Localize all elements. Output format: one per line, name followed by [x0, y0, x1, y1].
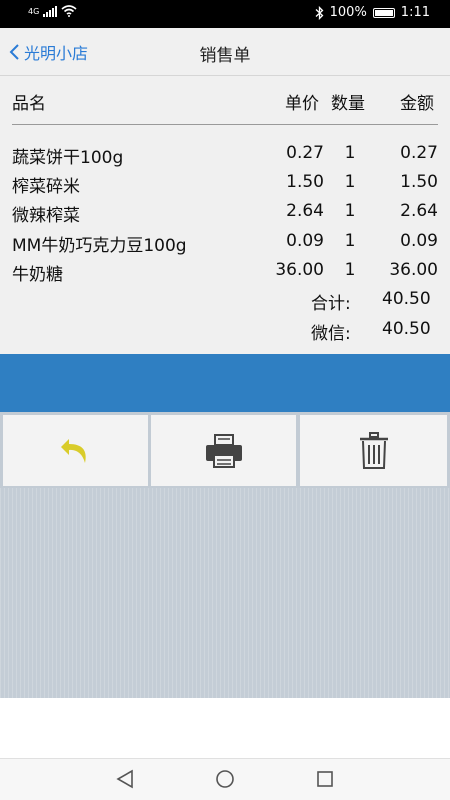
- item-qty: 1: [344, 201, 356, 221]
- clock: 1:11: [400, 5, 430, 20]
- print-button[interactable]: [151, 415, 297, 486]
- item-amount: 2.64: [400, 201, 438, 221]
- battery-percent: 100%: [329, 5, 367, 20]
- table-row: 榨菜碎米 1.50 1 1.50: [0, 172, 450, 200]
- status-left: 4G: [28, 5, 77, 17]
- header-divider: [12, 124, 438, 125]
- item-price: 2.64: [286, 201, 324, 221]
- table-row: MM牛奶巧克力豆100g 0.09 1 0.09: [0, 231, 450, 259]
- table-row: 牛奶糖 36.00 1 36.00: [0, 260, 450, 288]
- item-price: 1.50: [286, 172, 324, 192]
- item-qty: 1: [344, 260, 356, 280]
- status-right: 100% 1:11: [315, 5, 430, 20]
- item-qty: 1: [344, 172, 356, 192]
- blank-area: [0, 698, 450, 758]
- empty-content-area: [0, 488, 450, 698]
- status-bar: 4G 100% 1:11: [0, 0, 450, 28]
- item-qty: 1: [344, 231, 356, 251]
- item-price: 0.27: [286, 143, 324, 163]
- item-price: 36.00: [275, 260, 324, 280]
- item-amount: 1.50: [400, 172, 438, 192]
- item-name: MM牛奶巧克力豆100g: [12, 236, 187, 256]
- page-title: 销售单: [199, 46, 251, 66]
- header-name: 品名: [12, 94, 46, 114]
- header-qty: 数量: [331, 94, 365, 114]
- header-amount: 金额: [400, 94, 434, 114]
- delete-button[interactable]: [300, 415, 448, 486]
- header-price: 单价: [285, 94, 319, 114]
- action-toolbar: [0, 412, 450, 488]
- item-name: 微辣榨菜: [12, 206, 80, 226]
- item-amount: 36.00: [389, 260, 438, 280]
- item-name: 蔬菜饼干100g: [12, 148, 124, 168]
- item-amount: 0.27: [400, 143, 438, 163]
- undo-button[interactable]: [3, 415, 149, 486]
- nav-home-icon[interactable]: [214, 768, 236, 790]
- signal-icon: [43, 5, 58, 17]
- table-row: 微辣榨菜 2.64 1 2.64: [0, 201, 450, 229]
- wechat-label: 微信:: [311, 324, 351, 344]
- bluetooth-icon: [315, 5, 324, 20]
- system-nav-bar: [0, 758, 450, 800]
- battery-icon: [372, 7, 395, 18]
- table-row: 蔬菜饼干100g 0.27 1 0.27: [0, 143, 450, 171]
- item-price: 0.09: [286, 231, 324, 251]
- total-value: 40.50: [382, 289, 431, 309]
- undo-icon: [60, 438, 86, 463]
- total-label: 合计:: [311, 294, 351, 314]
- item-amount: 0.09: [400, 231, 438, 251]
- nav-bar: 光明小店 销售单: [0, 28, 450, 76]
- nav-recents-icon[interactable]: [314, 768, 336, 790]
- wechat-value: 40.50: [382, 319, 431, 339]
- trash-icon: [359, 431, 388, 469]
- network-type: 4G: [28, 6, 40, 16]
- accent-bar: [0, 354, 450, 412]
- item-name: 榨菜碎米: [12, 177, 80, 197]
- nav-back-icon[interactable]: [114, 768, 136, 790]
- receipt-panel: 品名 单价 数量 金额 蔬菜饼干100g 0.27 1 0.27 榨菜碎米 1.…: [0, 76, 450, 354]
- item-qty: 1: [344, 143, 356, 163]
- wifi-icon: [61, 5, 77, 17]
- printer-icon: [205, 433, 242, 468]
- item-name: 牛奶糖: [12, 265, 63, 285]
